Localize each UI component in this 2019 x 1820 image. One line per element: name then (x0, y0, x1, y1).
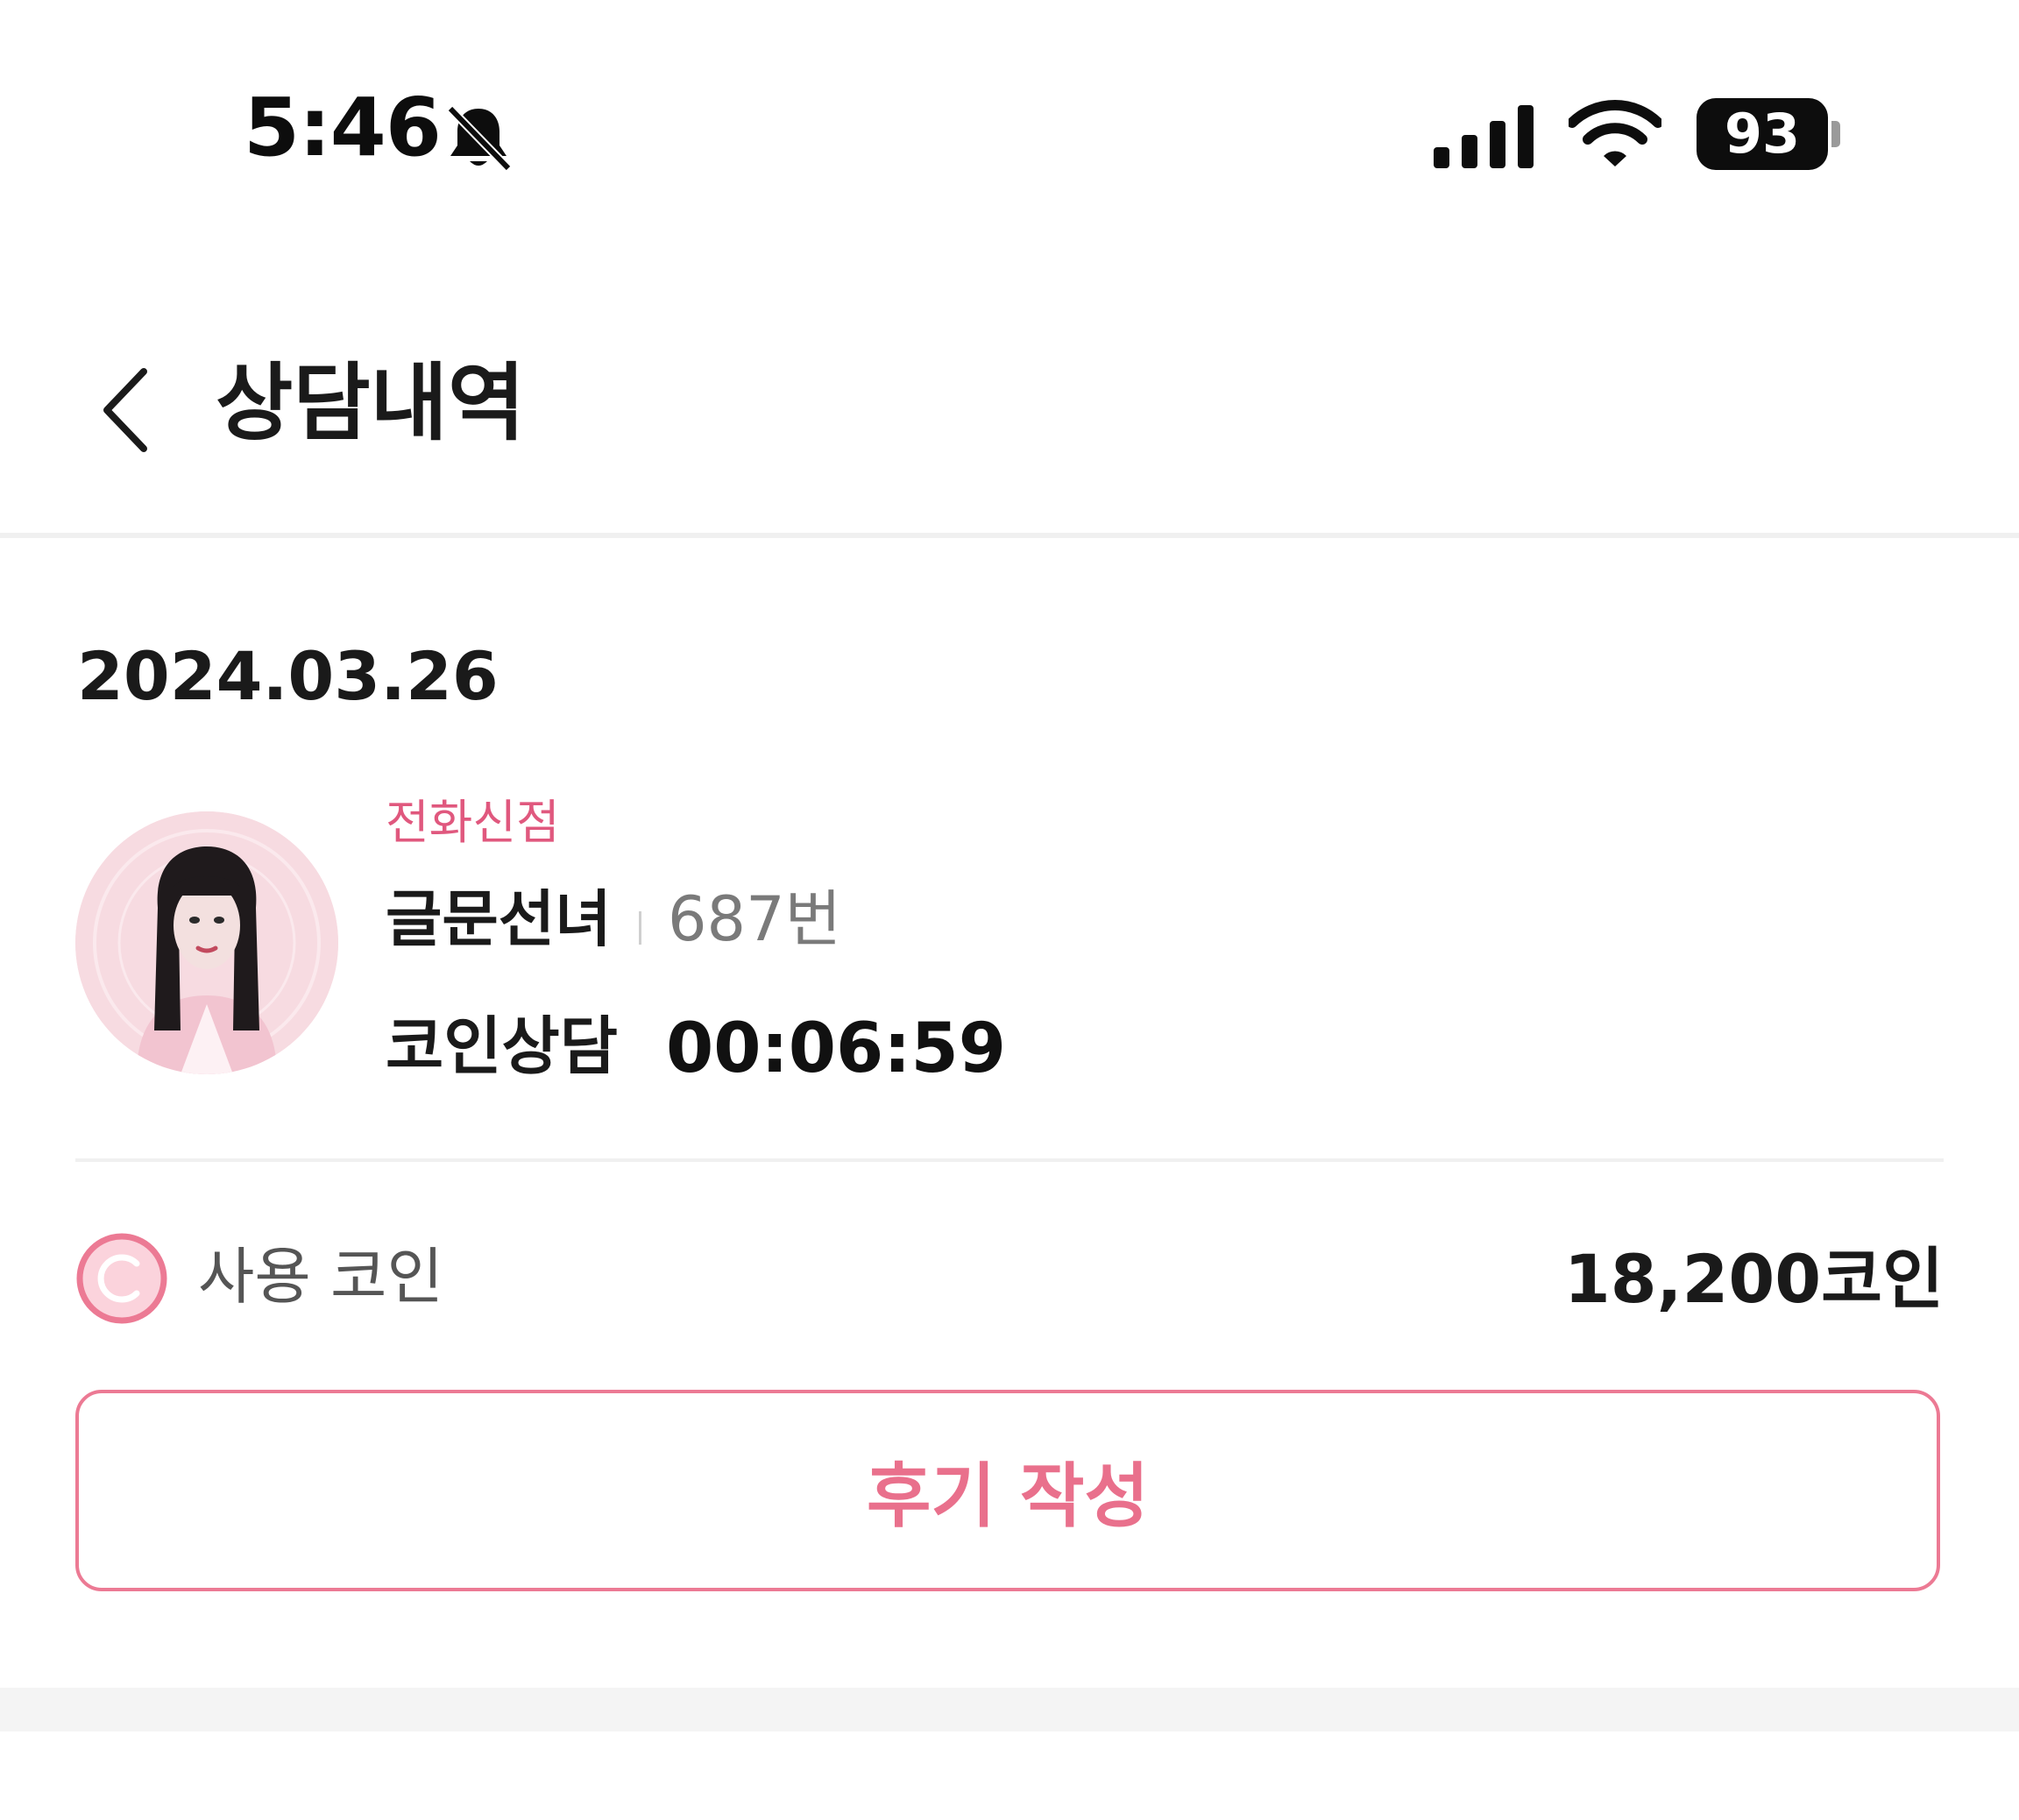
status-bar: 5:46 93 (0, 0, 2019, 210)
wifi-icon (1569, 99, 1661, 166)
battery-icon: 93 (1697, 98, 1844, 170)
bell-slash-icon (447, 105, 512, 172)
page-header: 상담내역 (0, 315, 2019, 535)
battery-level: 93 (1724, 102, 1801, 166)
section-gap (0, 1688, 2019, 1731)
history-card: 2024.03.26 전화신점 글문선녀 687번 코인상담 00:06:59 … (0, 538, 2019, 1688)
counselor-avatar (75, 811, 338, 1074)
counselor-number: 687번 (668, 883, 842, 955)
coin-c-icon (76, 1233, 167, 1324)
cellular-signal-icon (1434, 105, 1534, 168)
service-type: 전화신점 (386, 795, 560, 850)
card-divider (75, 1158, 1944, 1162)
coin-used-label: 사용 코인 (198, 1241, 443, 1313)
page-title: 상담내역 (216, 354, 526, 452)
counselor-name: 글문선녀 (386, 883, 612, 955)
history-date: 2024.03.26 (77, 637, 499, 715)
write-review-button[interactable]: 후기 작성 (75, 1390, 1940, 1591)
consult-duration: 00:06:59 (666, 1009, 1007, 1088)
back-button[interactable] (88, 354, 166, 468)
consult-type-label: 코인상담 (386, 1009, 618, 1083)
chevron-left-icon (103, 368, 147, 452)
name-separator (639, 911, 641, 945)
status-time: 5:46 (244, 81, 442, 174)
counselor-portrait (75, 811, 338, 1074)
battery-tip (1831, 121, 1840, 147)
coin-used-amount: 18,200코인 (1563, 1240, 1944, 1318)
battery-body: 93 (1697, 98, 1828, 170)
